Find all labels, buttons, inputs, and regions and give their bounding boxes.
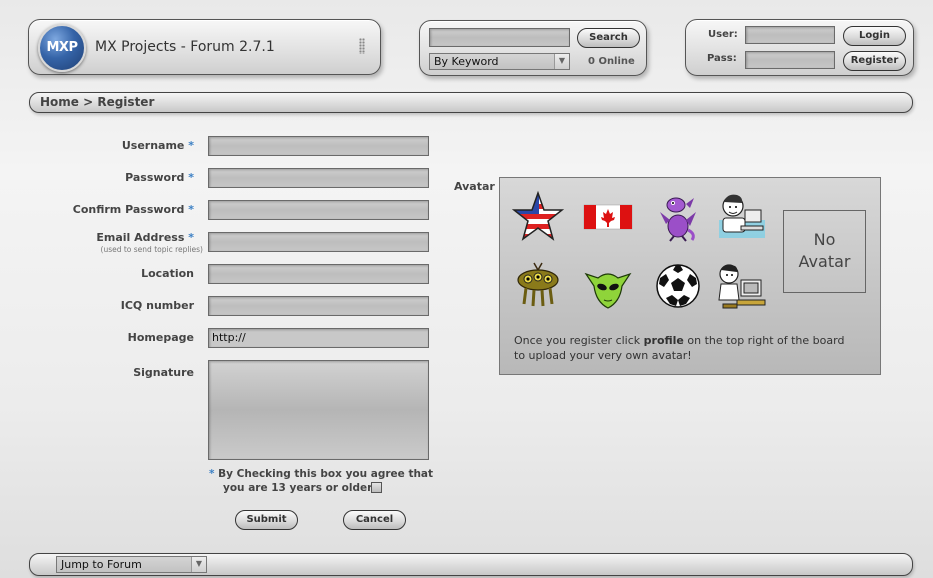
email-input[interactable] [208, 232, 429, 252]
search-button[interactable]: Search [577, 28, 640, 48]
location-input[interactable] [208, 264, 429, 284]
star-flag-icon[interactable] [511, 190, 565, 242]
no-avatar-line-2: Avatar [798, 252, 851, 271]
purple-dragon-icon[interactable] [652, 190, 704, 242]
password-label-text: Password [125, 171, 185, 184]
logo-badge: MXP [46, 40, 79, 55]
logo-panel: MXP MX Projects - Forum 2.7.1 [28, 19, 381, 75]
agree-line-1-text: By Checking this box you agree that [218, 468, 434, 480]
app-title: MX Projects - Forum 2.7.1 [95, 39, 275, 55]
computer-guy-icon[interactable] [715, 190, 767, 242]
desk-user-icon[interactable] [715, 260, 767, 312]
agree-line-2-text: you are 13 years or older. [223, 482, 375, 494]
required-mark: * [188, 231, 194, 244]
jump-to-forum-value: Jump to Forum [61, 558, 142, 571]
login-button[interactable]: Login [843, 26, 906, 46]
submit-button[interactable]: Submit [235, 510, 298, 530]
mxp-logo-icon[interactable]: MXP [38, 24, 86, 72]
chevron-down-icon[interactable]: ▼ [554, 54, 569, 69]
alien-bug-icon[interactable] [512, 260, 564, 312]
footer-bar: Jump to Forum ▼ [29, 553, 913, 576]
confirm-password-label: Confirm Password * [4, 203, 194, 216]
drag-handle-icon[interactable] [359, 38, 365, 54]
agree-line-2: you are 13 years or older. [209, 481, 433, 495]
search-mode-value: By Keyword [434, 55, 499, 68]
location-label: Location [141, 267, 194, 280]
avatar-note-line-1: Once you register click profile on the t… [514, 333, 844, 348]
confirm-password-input[interactable] [208, 200, 429, 220]
icq-input[interactable] [208, 296, 429, 316]
avatar-label: Avatar [454, 180, 495, 193]
avatar-box: No Avatar Once you register click profil… [499, 177, 881, 375]
cancel-button[interactable]: Cancel [343, 510, 406, 530]
breadcrumb-text[interactable]: Home > Register [40, 95, 154, 109]
confirm-password-label-text: Confirm Password [72, 203, 185, 216]
agree-line-1: * By Checking this box you agree that [209, 467, 433, 481]
username-login-input[interactable] [745, 26, 835, 44]
breadcrumb: Home > Register [29, 92, 913, 113]
required-mark: * [188, 171, 194, 184]
avatar-note-line-2: to upload your very own avatar! [514, 349, 692, 362]
canada-flag-icon[interactable] [582, 190, 634, 242]
search-panel: Search By Keyword ▼ 0 Online [419, 20, 647, 76]
username-label: Username * [4, 139, 194, 152]
avatar-note-profile: profile [643, 334, 684, 347]
required-mark: * [188, 139, 194, 152]
alien-head-icon[interactable] [582, 260, 634, 312]
soccer-ball-icon[interactable] [652, 260, 704, 312]
signature-textarea[interactable] [208, 360, 429, 460]
login-panel: User: Login Pass: Register [685, 19, 914, 76]
user-label: User: [708, 29, 738, 40]
required-mark: * [188, 203, 194, 216]
password-label: Password * [4, 171, 194, 184]
avatar-note-pre: Once you register click [514, 334, 644, 347]
required-mark: * [209, 468, 215, 480]
homepage-input[interactable]: http:// [208, 328, 429, 348]
signature-label: Signature [133, 366, 194, 379]
jump-to-forum-select[interactable]: Jump to Forum ▼ [56, 556, 207, 573]
online-count: 0 Online [588, 56, 635, 67]
email-note: (used to send topic replies) [100, 245, 203, 254]
search-mode-select[interactable]: By Keyword ▼ [429, 53, 570, 70]
username-input[interactable] [208, 136, 429, 156]
no-avatar-option[interactable]: No Avatar [783, 210, 866, 293]
avatar-note: Once you register click profile on the t… [514, 333, 844, 363]
search-input[interactable] [429, 28, 570, 47]
homepage-label: Homepage [127, 331, 194, 344]
password-login-input[interactable] [745, 51, 835, 69]
email-label: Email Address * [4, 231, 194, 244]
register-button[interactable]: Register [843, 51, 906, 71]
agree-text: * By Checking this box you agree that yo… [209, 467, 433, 495]
avatar-note-post: on the top right of the board [683, 334, 845, 347]
email-label-text: Email Address [96, 231, 185, 244]
username-label-text: Username [121, 139, 185, 152]
chevron-down-icon[interactable]: ▼ [191, 557, 206, 572]
password-input[interactable] [208, 168, 429, 188]
age-checkbox[interactable] [371, 482, 382, 493]
pass-label: Pass: [707, 53, 737, 64]
no-avatar-line-1: No [813, 230, 836, 249]
icq-label: ICQ number [120, 299, 194, 312]
